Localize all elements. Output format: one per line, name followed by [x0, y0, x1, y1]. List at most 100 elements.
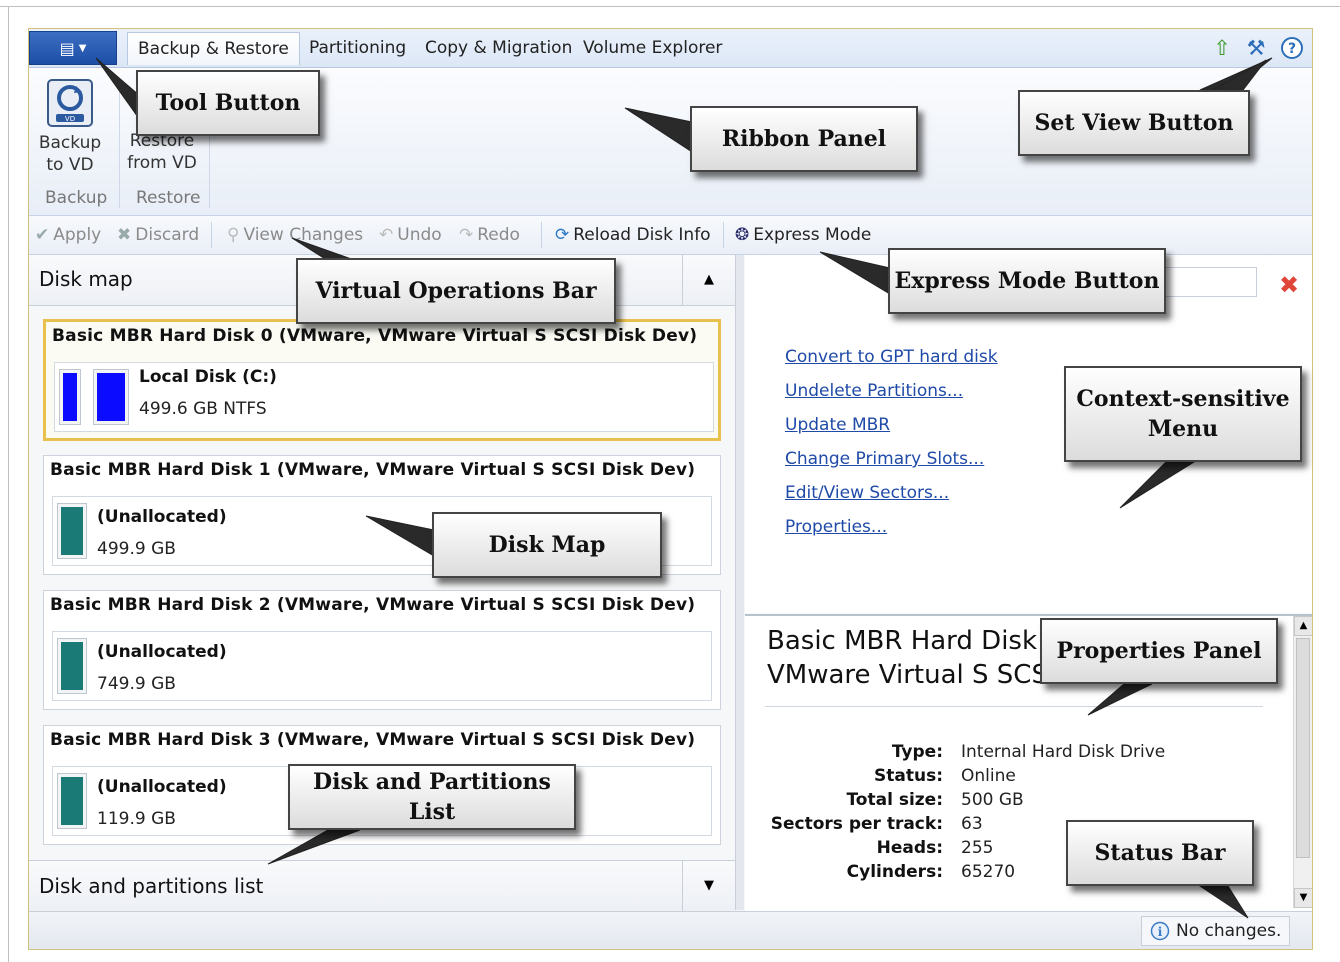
- property-row: Status: Online: [745, 766, 1265, 790]
- ribbon-separator: [119, 78, 120, 208]
- group-label-restore: Restore: [136, 188, 201, 208]
- undo-button[interactable]: ↶ Undo: [379, 216, 442, 254]
- property-value: 255: [961, 838, 994, 858]
- disk-title: Basic MBR Hard Disk 3 (VMware, VMware Vi…: [50, 730, 696, 750]
- tab-bar: ▤ ▼ Backup & Restore Partitioning Copy &…: [29, 29, 1312, 68]
- callout-context-menu: Context-sensitive Menu: [1064, 366, 1302, 462]
- pane-splitter[interactable]: [736, 255, 744, 910]
- callout-context-menu-line2: Menu: [1147, 416, 1219, 442]
- discard-x-icon: ✖: [117, 225, 132, 245]
- callout-express-mode-button: Express Mode Button: [888, 248, 1166, 314]
- change-primary-slots-link[interactable]: Change Primary Slots...: [785, 449, 984, 469]
- info-icon: i: [1150, 921, 1170, 941]
- partition-size: 119.9 GB: [97, 809, 176, 829]
- callout-status-bar: Status Bar: [1066, 820, 1254, 886]
- status-text: No changes.: [1176, 921, 1282, 941]
- page-border: [0, 6, 1340, 7]
- properties-scrollbar[interactable]: ▲ ▼: [1293, 616, 1312, 908]
- reload-label: Reload Disk Info: [573, 225, 711, 245]
- svg-text:VD: VD: [65, 115, 75, 123]
- home-up-arrow-icon[interactable]: ⇧: [1209, 35, 1235, 61]
- tab-partitioning[interactable]: Partitioning: [299, 32, 416, 65]
- property-key: Heads:: [876, 838, 943, 858]
- scroll-up-icon[interactable]: ▲: [1294, 616, 1312, 636]
- property-value: 65270: [961, 862, 1016, 882]
- edit-view-sectors-link[interactable]: Edit/View Sectors...: [785, 483, 949, 503]
- apply-button[interactable]: ✔ Apply: [35, 216, 101, 254]
- view-changes-button[interactable]: ⚲ View Changes: [227, 216, 363, 254]
- disk-partition-row: Local Disk (C:) 499.6 GB NTFS: [54, 362, 714, 432]
- reload-icon: ⟳: [555, 225, 570, 245]
- disk-title: Basic MBR Hard Disk 1 (VMware, VMware Vi…: [50, 460, 696, 480]
- express-mode-button[interactable]: ❂ Express Mode: [735, 216, 871, 254]
- property-value: 63: [961, 814, 983, 834]
- partition-label: (Unallocated): [97, 642, 227, 662]
- status-bar: i No changes.: [29, 911, 1312, 949]
- properties-title: Basic MBR Hard Disk VMware Virtual S SCS: [767, 624, 1048, 692]
- update-mbr-link[interactable]: Update MBR: [785, 415, 890, 435]
- disk-partition-row: (Unallocated) 749.9 GB: [52, 631, 712, 701]
- property-value: 500 GB: [961, 790, 1024, 810]
- disk-partitions-list-header[interactable]: Disk and partitions list ▼: [29, 860, 735, 911]
- callout-virtual-operations-bar: Virtual Operations Bar: [296, 258, 616, 324]
- partition-size: 499.9 GB: [97, 539, 176, 559]
- disk-list-title: Disk and partitions list: [39, 874, 264, 898]
- tools-icon[interactable]: ⚒: [1243, 35, 1269, 61]
- ops-separator: [211, 222, 212, 248]
- property-key: Status:: [874, 766, 943, 786]
- callout-ribbon-panel: Ribbon Panel: [690, 106, 918, 172]
- property-key: Type:: [891, 742, 943, 762]
- undo-label: Undo: [397, 225, 442, 245]
- restore-from-vd-button[interactable]: Restore from VD: [127, 130, 197, 174]
- tool-button[interactable]: ▤ ▼: [29, 31, 117, 65]
- callout-tool-button: Tool Button: [136, 70, 320, 136]
- partition-label: (Unallocated): [97, 777, 227, 797]
- reload-disk-info-button[interactable]: ⟳ Reload Disk Info: [555, 216, 711, 254]
- disk-0[interactable]: Basic MBR Hard Disk 0 (VMware, VMware Vi…: [43, 319, 721, 441]
- property-row: Total size: 500 GB: [745, 790, 1265, 814]
- redo-icon: ↷: [459, 225, 474, 245]
- backup-to-vd-button[interactable]: VD Backup to VD: [37, 78, 103, 176]
- ops-separator: [541, 222, 542, 248]
- property-value: Internal Hard Disk Drive: [961, 742, 1166, 762]
- tab-backup-restore[interactable]: Backup & Restore: [127, 32, 300, 65]
- properties-divider: [765, 706, 1263, 707]
- scroll-thumb[interactable]: [1296, 638, 1310, 858]
- property-key: Sectors per track:: [770, 814, 943, 834]
- partition-label: (Unallocated): [97, 507, 227, 527]
- discard-label: Discard: [135, 225, 200, 245]
- disk-map-title: Disk map: [39, 267, 133, 291]
- collapse-up-icon[interactable]: ▲: [682, 255, 735, 305]
- magnifier-icon: ⚲: [227, 225, 240, 245]
- disk-2[interactable]: Basic MBR Hard Disk 2 (VMware, VMware Vi…: [43, 590, 721, 710]
- property-value: Online: [961, 766, 1016, 786]
- redo-label: Redo: [477, 225, 520, 245]
- convert-gpt-link[interactable]: Convert to GPT hard disk: [785, 347, 998, 367]
- partition-block[interactable]: [57, 503, 87, 559]
- svg-text:i: i: [1158, 925, 1163, 939]
- callout-disk-partitions-list: Disk and Partitions List: [288, 764, 576, 830]
- disk-title: Basic MBR Hard Disk 0 (VMware, VMware Vi…: [52, 326, 698, 346]
- partition-block[interactable]: [57, 773, 87, 829]
- help-icon[interactable]: ?: [1279, 35, 1305, 61]
- discard-button[interactable]: ✖ Discard: [117, 216, 199, 254]
- partition-block[interactable]: [93, 369, 129, 425]
- callout-properties-panel: Properties Panel: [1040, 618, 1278, 684]
- scroll-down-icon[interactable]: ▼: [1294, 888, 1312, 908]
- status-cell: i No changes.: [1141, 916, 1291, 946]
- undelete-partitions-link[interactable]: Undelete Partitions...: [785, 381, 963, 401]
- properties-link[interactable]: Properties...: [785, 517, 887, 537]
- expand-down-icon[interactable]: ▼: [682, 861, 735, 911]
- menu-icon: ▤: [59, 38, 75, 58]
- close-icon[interactable]: ✖: [1279, 271, 1299, 299]
- filter-field[interactable]: [1155, 267, 1257, 297]
- partition-size: 499.6 GB NTFS: [139, 399, 267, 419]
- disk-title: Basic MBR Hard Disk 2 (VMware, VMware Vi…: [50, 595, 696, 615]
- page-border: [8, 6, 9, 962]
- app-window: ▤ ▼ Backup & Restore Partitioning Copy &…: [28, 28, 1313, 950]
- tab-volume-explorer[interactable]: Volume Explorer: [573, 32, 732, 65]
- redo-button[interactable]: ↷ Redo: [459, 216, 520, 254]
- tab-copy-migration[interactable]: Copy & Migration: [415, 32, 582, 65]
- partition-block[interactable]: [57, 638, 87, 694]
- express-mode-icon: ❂: [735, 225, 750, 245]
